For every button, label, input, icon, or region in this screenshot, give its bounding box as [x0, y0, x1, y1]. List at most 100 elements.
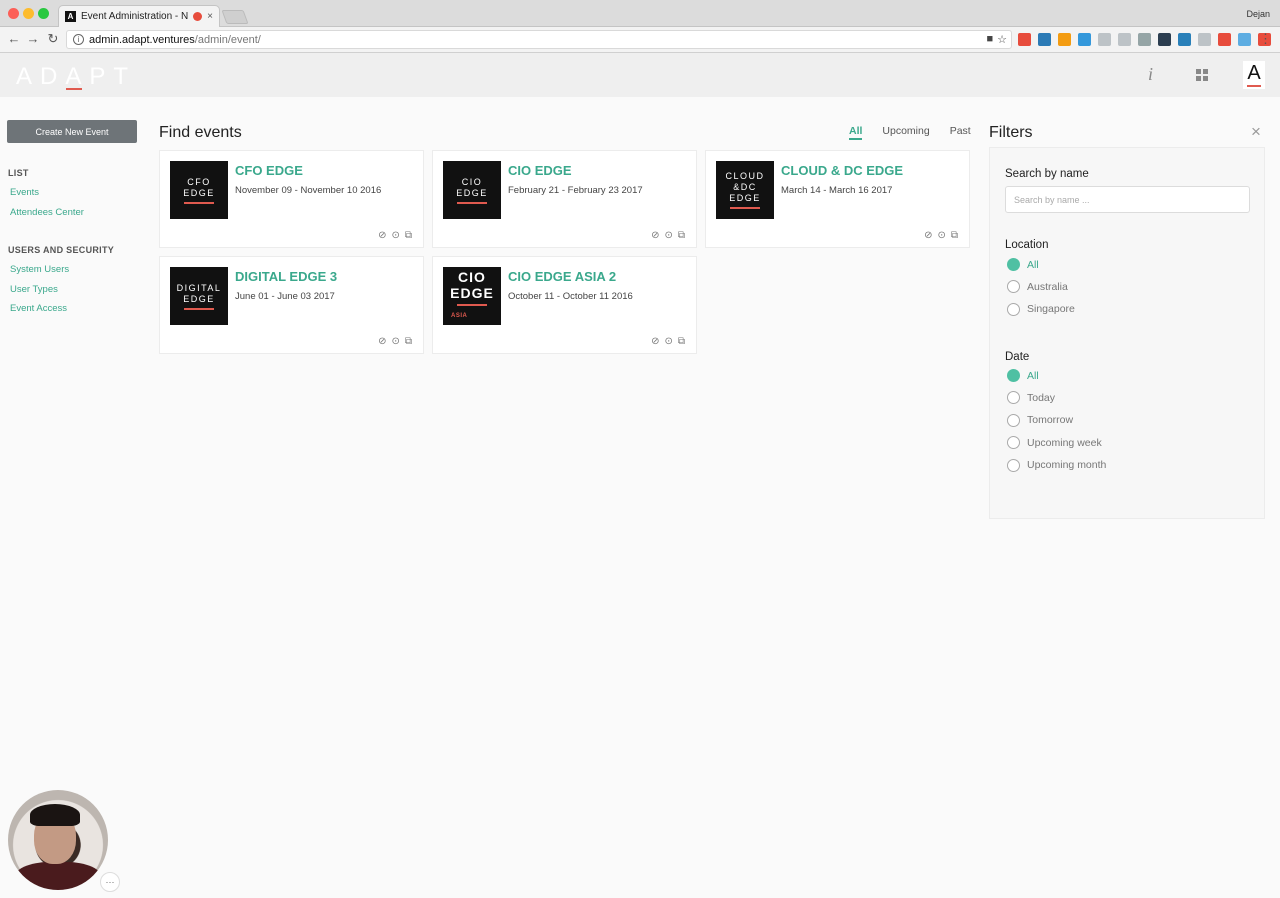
paperclip-icon[interactable]: ⊘: [378, 230, 386, 241]
radio-australia[interactable]: Australia: [1007, 280, 1068, 294]
window-minimize-button[interactable]: [23, 8, 34, 19]
browser-tab-active[interactable]: A Event Administration - Nex ×: [58, 5, 220, 27]
tab-upcoming[interactable]: Upcoming: [882, 125, 929, 140]
filters-close-icon[interactable]: ×: [1251, 122, 1261, 142]
event-card[interactable]: DIGITAL EDGE DIGITAL EDGE 3 June 01 - June …: [159, 256, 424, 354]
clock-icon[interactable]: ⊙: [937, 230, 945, 241]
radio-upcoming-week[interactable]: Upcoming week: [1007, 436, 1102, 450]
clock-icon[interactable]: ⊙: [664, 230, 672, 241]
browser-extension-icon[interactable]: [1218, 33, 1231, 46]
radio-button-icon[interactable]: [1007, 369, 1020, 382]
filters-title: Filters: [989, 124, 1033, 141]
info-icon[interactable]: i: [1148, 64, 1153, 85]
new-tab-button[interactable]: [221, 10, 249, 24]
radio-button-icon[interactable]: [1007, 302, 1020, 316]
tab-all[interactable]: All: [849, 125, 863, 140]
window-maximize-button[interactable]: [38, 8, 49, 19]
browser-extension-icon[interactable]: [1178, 33, 1191, 46]
radio-button-icon[interactable]: [1007, 280, 1020, 294]
event-card[interactable]: CIO EDGE ASIA CIO EDGE ASIA 2 October 11 - O…: [432, 256, 697, 354]
paperclip-icon[interactable]: ⊘: [924, 230, 932, 241]
create-new-event-button[interactable]: Create New Event: [7, 120, 137, 143]
radio-upcoming-month[interactable]: Upcoming month: [1007, 458, 1107, 472]
radio-tomorrow[interactable]: Tomorrow: [1007, 413, 1073, 427]
sidebar-item-event-access[interactable]: Event Access: [10, 303, 67, 314]
radio-button-icon[interactable]: [1007, 258, 1020, 271]
clock-icon[interactable]: ⊙: [391, 336, 399, 347]
event-title[interactable]: CFO EDGE: [235, 163, 303, 178]
url-host: admin.adapt.ventures: [89, 33, 195, 46]
url-input[interactable]: i admin.adapt.ventures/admin/event/ ■ ☆: [66, 30, 1012, 49]
radio-label: Upcoming month: [1027, 459, 1107, 472]
event-card-actions: ⊘ ⊙ ⧉: [924, 230, 958, 241]
browser-extension-icon[interactable]: [1018, 33, 1031, 46]
browser-menu-icon[interactable]: ⋮: [1259, 31, 1272, 47]
browser-extension-icon[interactable]: [1198, 33, 1211, 46]
share-icon[interactable]: ⧉: [405, 230, 412, 241]
browser-extension-icon[interactable]: [1138, 33, 1151, 46]
event-card[interactable]: CIO EDGE CIO EDGE February 21 - February 23…: [432, 150, 697, 248]
bookmark-star-icon[interactable]: ☆: [997, 33, 1007, 46]
webcam-overlay[interactable]: [8, 790, 108, 890]
browser-extension-icon[interactable]: [1078, 33, 1091, 46]
radio-singapore[interactable]: Singapore: [1007, 302, 1075, 316]
sidebar-item-system-users[interactable]: System Users: [10, 264, 69, 275]
user-avatar[interactable]: A: [1243, 61, 1265, 89]
reload-icon[interactable]: ↻: [45, 31, 61, 47]
event-logo-accent: [184, 201, 214, 204]
browser-extension-icon[interactable]: [1098, 33, 1111, 46]
event-logo-text: EDGE: [183, 293, 215, 304]
radio-all[interactable]: All: [1007, 258, 1039, 271]
apps-grid-icon[interactable]: [1196, 69, 1208, 81]
event-card[interactable]: CLOUD &DC EDGE CLOUD & DC EDGE March 14 - Ma…: [705, 150, 970, 248]
page-title: Find events: [159, 124, 242, 141]
sidebar-item-user-types[interactable]: User Types: [10, 284, 58, 295]
share-icon[interactable]: ⧉: [678, 336, 685, 347]
event-logo: CIO EDGE: [443, 161, 501, 219]
event-card-actions: ⊘ ⊙ ⧉: [651, 230, 685, 241]
browser-extension-icon[interactable]: [1038, 33, 1051, 46]
paperclip-icon[interactable]: ⊘: [651, 336, 659, 347]
event-title[interactable]: CIO EDGE ASIA 2: [508, 269, 616, 284]
browser-profile-name[interactable]: Dejan: [1246, 9, 1270, 19]
window-close-button[interactable]: [8, 8, 19, 19]
event-title[interactable]: DIGITAL EDGE 3: [235, 269, 337, 284]
radio-button-icon[interactable]: [1007, 458, 1020, 472]
share-icon[interactable]: ⧉: [951, 230, 958, 241]
event-card[interactable]: CFO EDGE CFO EDGE November 09 - November 10…: [159, 150, 424, 248]
browser-extension-icon[interactable]: [1238, 33, 1251, 46]
event-logo-accent: [457, 201, 487, 204]
share-icon[interactable]: ⧉: [405, 336, 412, 347]
sidebar-item-events[interactable]: Events: [10, 187, 39, 198]
radio-all[interactable]: All: [1007, 369, 1039, 382]
site-info-icon[interactable]: i: [73, 34, 84, 45]
browser-address-bar: ← → ↻ i admin.adapt.ventures/admin/event…: [0, 27, 1280, 53]
event-title[interactable]: CIO EDGE: [508, 163, 572, 178]
event-title[interactable]: CLOUD & DC EDGE: [781, 163, 903, 178]
radio-today[interactable]: Today: [1007, 391, 1055, 405]
sidebar-item-attendees-center[interactable]: Attendees Center: [10, 207, 84, 218]
adapt-logo[interactable]: ADAPT: [16, 63, 136, 91]
camera-icon[interactable]: ■: [986, 33, 993, 46]
forward-arrow-icon[interactable]: →: [25, 31, 41, 46]
webcam-menu-button[interactable]: ···: [100, 872, 120, 892]
url-actions: ■ ☆: [986, 33, 1007, 46]
clock-icon[interactable]: ⊙: [391, 230, 399, 241]
clock-icon[interactable]: ⊙: [664, 336, 672, 347]
radio-button-icon[interactable]: [1007, 391, 1020, 405]
radio-label: Upcoming week: [1027, 436, 1102, 449]
tab-past[interactable]: Past: [950, 125, 971, 140]
radio-button-icon[interactable]: [1007, 413, 1020, 427]
paperclip-icon[interactable]: ⊘: [651, 230, 659, 241]
search-input[interactable]: [1005, 186, 1250, 213]
app-header: ADAPT i A: [0, 53, 1280, 97]
browser-extension-icon[interactable]: [1118, 33, 1131, 46]
tab-close-icon[interactable]: ×: [207, 11, 213, 22]
radio-button-icon[interactable]: [1007, 436, 1020, 450]
browser-extension-icon[interactable]: [1158, 33, 1171, 46]
share-icon[interactable]: ⧉: [678, 230, 685, 241]
browser-extension-icon[interactable]: [1058, 33, 1071, 46]
event-logo-subtext: ASIA: [451, 312, 468, 319]
paperclip-icon[interactable]: ⊘: [378, 336, 386, 347]
back-arrow-icon[interactable]: ←: [6, 31, 22, 46]
